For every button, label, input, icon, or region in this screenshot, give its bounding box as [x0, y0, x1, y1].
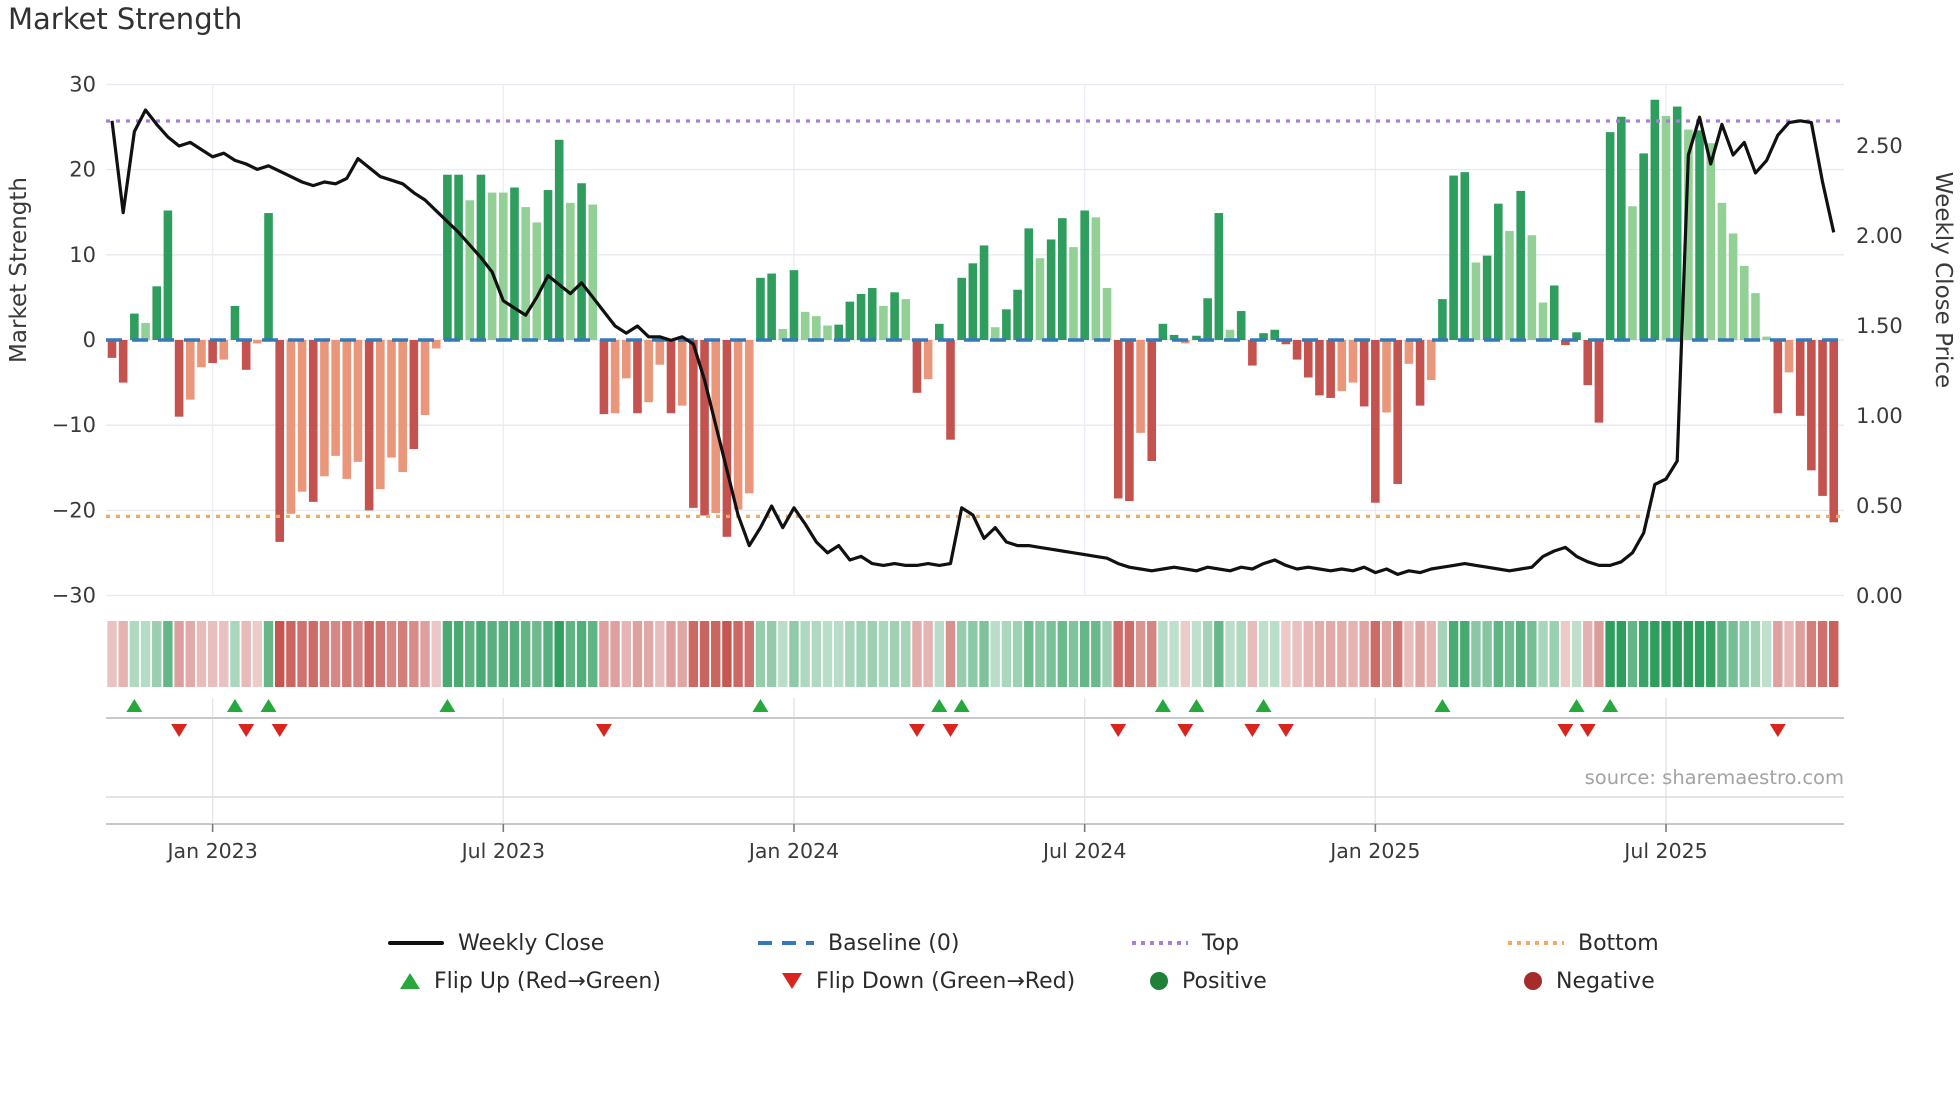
- flip-up-marker: [1434, 699, 1451, 712]
- flip-down-marker: [1557, 724, 1574, 737]
- right-tick-label: 1.00: [1856, 404, 1903, 428]
- x-tick-label: Jul 2023: [460, 839, 545, 863]
- right-tick-label: 2.50: [1856, 134, 1903, 158]
- right-axis: 2.50 2.00 1.50 1.00 0.50 0.00 Weekly Close Pri…: [1856, 134, 1956, 608]
- legend-item-weekly-close: Weekly Close: [388, 926, 604, 960]
- flip-down-marker: [1769, 724, 1786, 737]
- flip-down-marker: [1244, 724, 1261, 737]
- legend-item-baseline: Baseline (0): [758, 926, 959, 960]
- flip-down-marker: [238, 724, 255, 737]
- flip-down-marker: [171, 724, 188, 737]
- left-tick-label: 30: [69, 72, 96, 96]
- left-tick-label: −10: [52, 413, 96, 437]
- flip-down-marker: [1277, 724, 1294, 737]
- right-tick-label: 0.00: [1856, 584, 1903, 608]
- legend-label: Positive: [1182, 968, 1267, 994]
- right-tick-label: 1.50: [1856, 314, 1903, 338]
- flip-up-marker: [1154, 699, 1171, 712]
- legend-label: Bottom: [1578, 930, 1659, 956]
- legend-label: Flip Down (Green→Red): [816, 968, 1076, 994]
- left-tick-label: 20: [69, 158, 96, 182]
- flip-up-marker: [953, 699, 970, 712]
- market-strength-dashboard: Jan 2023 Jul 2023 Jan 2024 Jul 2024 Jan 2025…: [0, 0, 1960, 1102]
- legend-label: Top: [1202, 930, 1240, 956]
- legend-item-flip-up: Flip Up (Red→Green): [400, 964, 661, 998]
- legend-label: Weekly Close: [458, 930, 605, 956]
- x-tick-label: Jan 2023: [165, 839, 257, 863]
- flip-up-marker: [1602, 699, 1619, 712]
- left-tick-label: 0: [83, 328, 96, 352]
- baseline-dash-icon: [758, 941, 814, 945]
- x-tick-label: Jul 2024: [1041, 839, 1126, 863]
- flip-up-marker: [752, 699, 769, 712]
- left-tick-label: −20: [52, 498, 96, 522]
- left-tick-label: −30: [52, 584, 96, 608]
- flip-up-marker: [1568, 699, 1585, 712]
- flip-down-marker: [942, 724, 959, 737]
- flip-down-marker: [271, 724, 288, 737]
- legend-item-flip-down: Flip Down (Green→Red): [782, 964, 1075, 998]
- flip-up-marker: [226, 699, 243, 712]
- negative-circle-icon: [1524, 972, 1542, 990]
- legend-label: Negative: [1556, 968, 1655, 994]
- market-strength-chart: Jan 2023 Jul 2023 Jan 2024 Jul 2024 Jan 2025…: [6, 72, 1956, 863]
- flip-down-marker: [595, 724, 612, 737]
- sign-heatmap-strip: [107, 621, 1839, 687]
- flip-up-marker: [1255, 699, 1272, 712]
- x-tick-label: Jan 2024: [747, 839, 839, 863]
- flip-up-marker: [126, 699, 143, 712]
- flip-up-marker: [931, 699, 948, 712]
- legend-item-positive: Positive: [1150, 964, 1267, 998]
- source-credit: source: sharemaestro.com: [1584, 766, 1844, 789]
- flip-up-marker: [260, 699, 277, 712]
- legend-item-bottom: Bottom: [1508, 926, 1659, 960]
- flip-up-marker: [1188, 699, 1205, 712]
- right-tick-label: 0.50: [1856, 494, 1903, 518]
- legend-item-top: Top: [1132, 926, 1239, 960]
- flip-down-marker: [1110, 724, 1127, 737]
- x-axis: Jan 2023 Jul 2023 Jan 2024 Jul 2024 Jan 2025…: [106, 796, 1844, 863]
- right-tick-label: 2.00: [1856, 224, 1903, 248]
- flip-up-triangle-icon: [400, 973, 420, 989]
- left-tick-label: 10: [69, 243, 96, 267]
- positive-circle-icon: [1150, 972, 1168, 990]
- flip-down-triangle-icon: [782, 973, 802, 989]
- x-tick-label: Jan 2025: [1328, 839, 1420, 863]
- flip-marker-row: [106, 698, 1844, 824]
- x-tick-label: Jul 2025: [1622, 839, 1707, 863]
- bottom-dotted-line-icon: [1508, 941, 1564, 945]
- legend-label: Flip Up (Red→Green): [434, 968, 661, 994]
- weekly-close-line-icon: [388, 941, 444, 945]
- flip-down-marker: [1177, 724, 1194, 737]
- legend-item-negative: Negative: [1524, 964, 1655, 998]
- left-axis-title: Market Strength: [6, 177, 32, 363]
- flip-down-marker: [908, 724, 925, 737]
- flip-down-marker: [1579, 724, 1596, 737]
- page-title: Market Strength: [8, 2, 243, 36]
- left-axis: 30 20 10 0 −10 −20 −30 Market Strength: [6, 72, 96, 607]
- flip-up-marker: [439, 699, 456, 712]
- right-axis-title: Weekly Close Price: [1930, 172, 1956, 388]
- legend-label: Baseline (0): [828, 930, 960, 956]
- top-dotted-line-icon: [1132, 941, 1188, 945]
